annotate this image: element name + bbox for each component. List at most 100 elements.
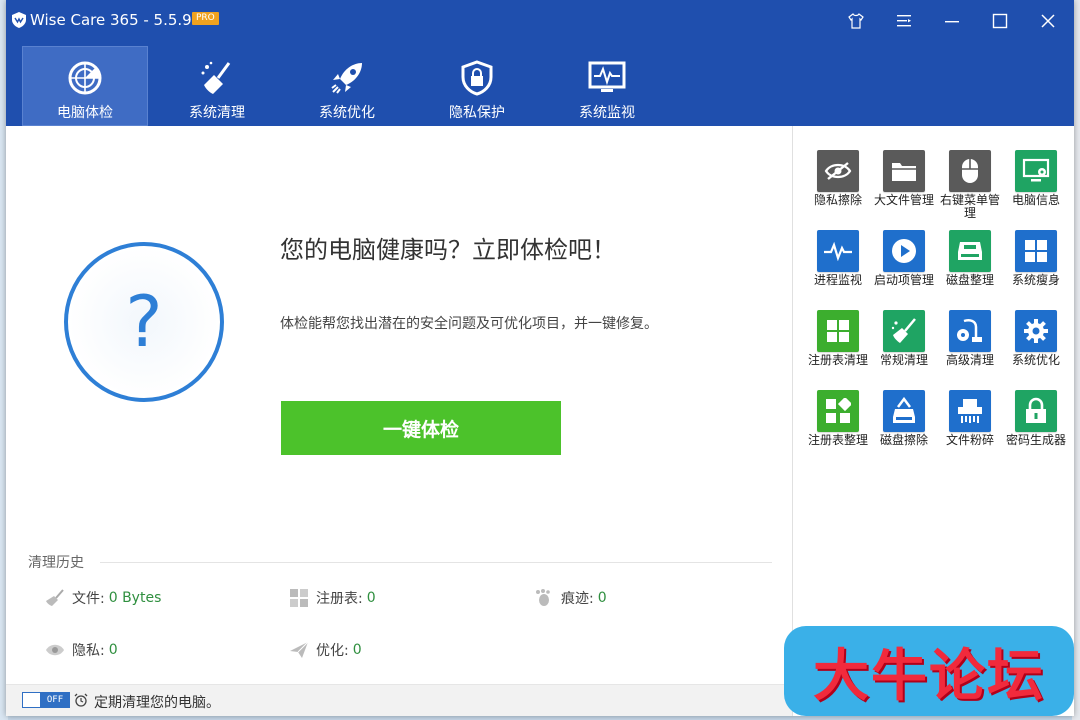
menu-button[interactable] — [890, 8, 918, 34]
minimize-icon — [945, 21, 959, 23]
tab-system-monitor[interactable]: 系统监视 — [542, 46, 672, 126]
toggle-state: OFF — [41, 693, 69, 707]
checkup-headline: 您的电脑健康吗？立即体检吧！ — [280, 236, 616, 264]
blocks-icon — [826, 398, 851, 423]
tool-large-file-manager[interactable]: 大文件管理 — [873, 150, 935, 207]
header: Wise Care 365 - 5.5.9 PRO 电脑体检 系统清理 系统优化… — [6, 0, 1074, 126]
tab-system-optimize[interactable]: 系统优化 — [282, 46, 412, 126]
maximize-button[interactable] — [986, 8, 1014, 34]
tool-icon-box — [1015, 390, 1057, 432]
tool-icon-box — [817, 310, 859, 352]
tool-label: 右键菜单管理 — [939, 193, 1000, 220]
monitor-pulse-icon — [587, 58, 627, 98]
tool-icon-box — [949, 150, 991, 192]
history-stat-files: 文件: 0 Bytes — [44, 588, 161, 608]
skin-button[interactable] — [842, 8, 870, 34]
tool-registry-defrag[interactable]: 注册表整理 — [807, 390, 869, 447]
tool-pc-info[interactable]: 电脑信息 — [1005, 150, 1067, 207]
stat-value: 0 — [108, 642, 118, 658]
pulse-icon — [824, 241, 852, 261]
tool-icon-box — [1015, 150, 1057, 192]
tool-icon-box — [883, 310, 925, 352]
tool-icon-box — [883, 230, 925, 272]
tool-context-menu-manager[interactable]: 右键菜单管理 — [939, 150, 1001, 220]
schedule-toggle[interactable]: OFF — [22, 692, 70, 708]
history-stat-optimize: 优化: 0 — [288, 640, 362, 660]
tool-label: 文件粉碎 — [945, 433, 994, 447]
tool-icon-box — [949, 230, 991, 272]
tool-system-optimize[interactable]: 系统优化 — [1005, 310, 1067, 367]
pc-gear-icon — [1022, 158, 1050, 182]
tool-label: 高级清理 — [945, 353, 994, 367]
close-button[interactable] — [1034, 8, 1062, 34]
tool-privacy-erase[interactable]: 隐私擦除 — [807, 150, 869, 207]
tab-label: 系统监视 — [579, 105, 635, 121]
history-stat-privacy: 隐私: 0 — [44, 640, 118, 660]
tool-icon-box — [883, 390, 925, 432]
tab-pc-checkup[interactable]: 电脑体检 — [22, 46, 148, 126]
gear-icon — [1024, 319, 1048, 343]
footprint-icon — [533, 588, 555, 608]
tab-privacy-protect[interactable]: 隐私保护 — [412, 46, 542, 126]
stat-label: 痕迹: — [561, 591, 594, 607]
schedule-text: 定期清理您的电脑。 — [94, 695, 220, 711]
broom-icon — [44, 588, 66, 608]
tool-registry-clean[interactable]: 注册表清理 — [807, 310, 869, 367]
main-nav: 电脑体检 系统清理 系统优化 隐私保护 系统监视 — [22, 46, 672, 126]
shirt-icon — [848, 13, 864, 29]
shredder-icon — [958, 399, 982, 423]
broom-icon — [197, 58, 237, 98]
tool-icon-box — [1015, 230, 1057, 272]
stat-label: 文件: — [72, 591, 105, 607]
stat-value: 0 — [366, 590, 376, 606]
tool-icon-box — [817, 230, 859, 272]
tool-label: 注册表整理 — [807, 433, 868, 447]
tool-startup-manager[interactable]: 启动项管理 — [873, 230, 935, 287]
tool-label: 注册表清理 — [807, 353, 868, 367]
history-stat-registry: 注册表: 0 — [288, 588, 376, 608]
eye-slash-icon — [824, 162, 852, 180]
rocket-icon — [327, 58, 367, 98]
tool-label: 磁盘擦除 — [879, 433, 928, 447]
shield-lock-icon — [457, 58, 497, 98]
tool-advanced-clean[interactable]: 高级清理 — [939, 310, 1001, 367]
title-bar: Wise Care 365 - 5.5.9 PRO — [6, 0, 1074, 40]
menu-icon — [897, 15, 911, 27]
one-click-checkup-button[interactable]: 一键体检 — [281, 401, 561, 455]
tool-disk-wipe[interactable]: 磁盘擦除 — [873, 390, 935, 447]
tool-process-monitor[interactable]: 进程监视 — [807, 230, 869, 287]
tool-label: 启动项管理 — [873, 273, 934, 287]
tab-label: 系统优化 — [319, 105, 375, 121]
minimize-button[interactable] — [938, 8, 966, 34]
app-title: Wise Care 365 - 5.5.9 — [30, 11, 192, 29]
tool-common-clean[interactable]: 常规清理 — [873, 310, 935, 367]
broom-icon — [891, 318, 916, 343]
divider — [100, 562, 772, 563]
tool-icon-box — [817, 390, 859, 432]
tool-system-slim[interactable]: 系统瘦身 — [1005, 230, 1067, 287]
checkup-panel: ? 您的电脑健康吗？立即体检吧！ 体检能帮您找出潜在的安全问题及可优化项目，并一… — [6, 126, 792, 716]
pro-badge: PRO — [192, 12, 219, 25]
tool-icon-box — [883, 150, 925, 192]
tool-label: 磁盘整理 — [945, 273, 994, 287]
tool-disk-defrag[interactable]: 磁盘整理 — [939, 230, 1001, 287]
tool-icon-box — [817, 150, 859, 192]
play-icon — [892, 239, 916, 263]
tool-label: 隐私擦除 — [813, 193, 862, 207]
stat-label: 注册表: — [316, 591, 363, 607]
cleanup-history-title: 清理历史 — [28, 555, 84, 571]
tool-file-shredder[interactable]: 文件粉碎 — [939, 390, 1001, 447]
tab-label: 隐私保护 — [449, 105, 505, 121]
windows-icon — [1025, 240, 1047, 262]
history-stat-traces: 痕迹: 0 — [533, 588, 607, 608]
tool-label: 大文件管理 — [873, 193, 934, 207]
grid-icon — [827, 320, 849, 342]
health-status-circle: ? — [64, 242, 224, 402]
tool-label: 常规清理 — [879, 353, 928, 367]
tool-password-generator[interactable]: 密码生成器 — [1005, 390, 1067, 447]
folder-icon — [892, 163, 916, 181]
paper-plane-icon — [288, 640, 310, 660]
vacuum-icon — [957, 319, 982, 342]
tab-system-clean[interactable]: 系统清理 — [152, 46, 282, 126]
alarm-clock-icon — [74, 693, 88, 707]
